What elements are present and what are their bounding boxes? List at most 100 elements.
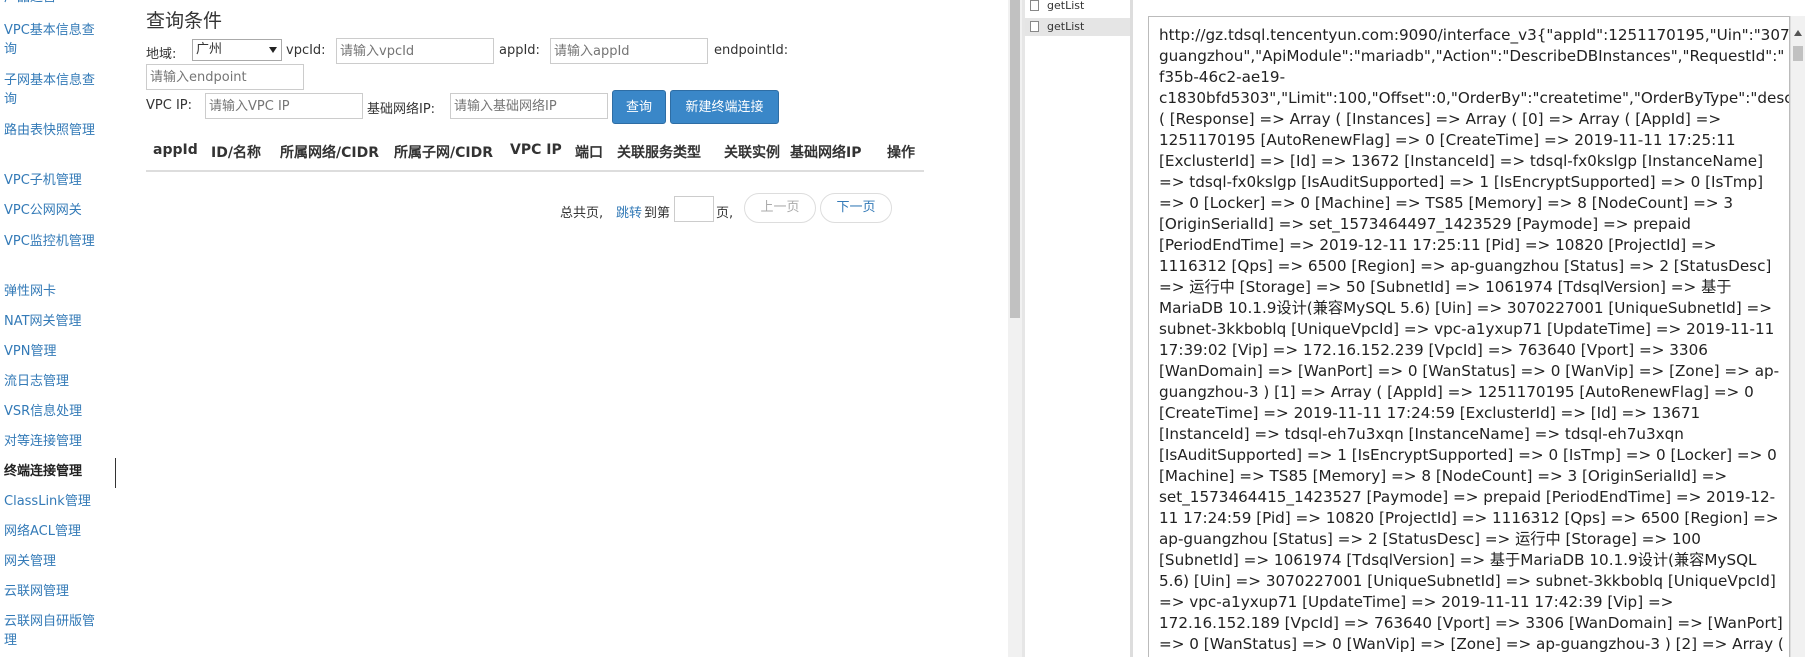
response-line: [Machine] => TS85 [Memory] => 8 [NodeCou… xyxy=(1159,467,1728,485)
response-line: [SubnetId] => 1061974 [TdsqlVersion] => … xyxy=(1159,551,1757,569)
sidebar-item[interactable]: VPC基本信息查询 xyxy=(4,21,96,59)
sidebar-item[interactable]: VPN管理 xyxy=(4,342,96,361)
response-line: [InstanceId] => tdsql-eh7u3xqn [Instance… xyxy=(1159,425,1684,443)
request-name: getList xyxy=(1047,20,1085,33)
response-line: 172.16.152.189 [VpcId] => 763640 [Vport]… xyxy=(1159,614,1783,632)
pagination-total: 总共页, xyxy=(560,206,604,221)
response-line: 5.6) [Uin] => 3070227001 [UniqueSubnetId… xyxy=(1159,572,1776,590)
sidebar-item[interactable]: 产品运营 xyxy=(4,0,96,7)
vpcip-label: VPC IP: xyxy=(146,98,192,113)
search-button[interactable]: 查询 xyxy=(612,90,666,124)
scroll-up-icon[interactable] xyxy=(1794,30,1802,36)
pagination-page-suffix: 页, xyxy=(716,206,734,221)
column-header: 所属子网/CIDR xyxy=(394,145,493,161)
file-icon xyxy=(1030,0,1039,11)
request-list-scrollbar[interactable] xyxy=(1130,0,1133,657)
response-line: => 0 [WanStatus] => 0 [WanVip] => [Zone]… xyxy=(1159,635,1784,653)
column-header: 端口 xyxy=(575,145,603,161)
response-line: 17:39:02 [Vip] => 172.16.152.239 [VpcId]… xyxy=(1159,341,1708,359)
new-endpoint-button[interactable]: 新建终端连接 xyxy=(670,90,779,124)
sidebar-item[interactable]: NAT网关管理 xyxy=(4,312,96,331)
response-line: [IsAuditSupported] => 1 [IsEncryptSuppor… xyxy=(1159,446,1777,464)
sidebar-item[interactable]: 对等连接管理 xyxy=(4,432,96,451)
column-header: 关联服务类型 xyxy=(617,145,701,161)
request-list: getList getList xyxy=(1025,0,1130,657)
file-icon xyxy=(1030,21,1039,32)
response-line: 1251170195 [AutoRenewFlag] => 0 [CreateT… xyxy=(1159,131,1736,149)
response-line: [WanDomain] => [WanPort] => 0 [WanStatus… xyxy=(1159,362,1780,380)
chevron-down-icon xyxy=(269,47,277,53)
response-line: [CreateTime] => 2019-11-11 17:24:59 [Exc… xyxy=(1159,404,1701,422)
sidebar-item[interactable]: 路由表快照管理 xyxy=(4,121,96,140)
list-item[interactable]: getList xyxy=(1025,18,1130,36)
main-scrollbar[interactable] xyxy=(1008,0,1022,657)
sidebar-item[interactable]: VPC公网网关 xyxy=(4,201,96,220)
sidebar-item[interactable]: 云联网管理 xyxy=(4,582,96,601)
column-header: ID/名称 xyxy=(211,145,261,161)
response-line: set_1573464415_1423527 [Paymode] => prep… xyxy=(1159,488,1776,506)
response-line: guangzhou-3 ) [1] => Array ( [AppId] => … xyxy=(1159,383,1754,401)
response-line: 11 17:24:59 [Pid] => 10820 [ProjectId] =… xyxy=(1159,509,1779,527)
sidebar-item[interactable]: VSR信息处理 xyxy=(4,402,96,421)
region-label: 地域: xyxy=(146,47,177,62)
query-section-title: 查询条件 xyxy=(146,10,223,32)
column-header: 操作 xyxy=(887,145,915,161)
response-line: f35b-46c2-ae19- xyxy=(1159,68,1286,86)
appid-input[interactable] xyxy=(550,38,708,64)
sidebar-item[interactable]: 网关管理 xyxy=(4,552,96,571)
response-line: => 运行中 [Storage] => 50 [SubnetId] => 106… xyxy=(1159,278,1732,296)
endpoint-label: endpointId: xyxy=(714,43,789,58)
response-line: [ExclusterId] => [Id] => 13672 [Instance… xyxy=(1159,152,1764,170)
response-line: http://gz.tdsql.tencentyun.com:9090/inte… xyxy=(1159,26,1790,44)
sidebar-item[interactable]: 弹性网卡 xyxy=(4,282,96,301)
sidebar-item[interactable]: VPC子机管理 xyxy=(4,171,96,190)
next-page-button[interactable]: 下一页 xyxy=(820,193,892,223)
response-text: http://gz.tdsql.tencentyun.com:9090/inte… xyxy=(1159,25,1789,655)
vpcid-input[interactable] xyxy=(336,38,494,64)
response-line: ap-guangzhou [Status] => 2 [StatusDesc] … xyxy=(1159,530,1701,548)
endpoint-input[interactable] xyxy=(146,64,304,90)
request-name: getList xyxy=(1047,0,1085,12)
sidebar-item[interactable]: ClassLink管理 xyxy=(4,492,96,511)
sidebar-item[interactable]: 子网基本信息查询 xyxy=(4,71,96,109)
pagination-jump-link[interactable]: 跳转 xyxy=(616,202,642,221)
list-item[interactable]: getList xyxy=(1025,0,1130,15)
response-scrollbar-thumb[interactable] xyxy=(1793,46,1803,61)
main-scrollbar-thumb[interactable] xyxy=(1010,0,1020,318)
page-number-input[interactable] xyxy=(674,196,714,222)
response-line: guangzhou","ApiModule":"mariadb","Action… xyxy=(1159,47,1785,65)
response-line: => vpc-a1yxup71 [UpdateTime] => 2019-11-… xyxy=(1159,593,1674,611)
sidebar-item[interactable]: 流日志管理 xyxy=(4,372,96,391)
region-select[interactable]: 广州 xyxy=(192,39,282,61)
response-line: [PeriodEndTime] => 2019-12-11 17:25:11 [… xyxy=(1159,236,1717,254)
column-header: 关联实例 xyxy=(724,145,780,161)
sidebar-item[interactable]: 终端连接管理 xyxy=(4,462,96,481)
prev-page-button[interactable]: 上一页 xyxy=(744,193,816,223)
baseip-input[interactable] xyxy=(450,93,608,119)
baseip-label: 基础网络IP: xyxy=(367,102,436,117)
appid-label: appId: xyxy=(499,43,540,58)
response-scrollbar[interactable] xyxy=(1790,16,1805,657)
response-line: ( [Response] => Array ( [Instances] => A… xyxy=(1159,110,1722,128)
column-header: VPC IP xyxy=(510,142,562,158)
column-header: 基础网络IP xyxy=(790,145,862,161)
sidebar-item[interactable]: VPC监控机管理 xyxy=(4,232,96,251)
response-line: 1116312 [Qps] => 6500 [Region] => ap-gua… xyxy=(1159,257,1772,275)
response-line: [OriginSerialId] => set_1573464497_14235… xyxy=(1159,215,1691,233)
column-header: 所属网络/CIDR xyxy=(280,145,379,161)
response-line: MariaDB 10.1.9设计(兼容MySQL 5.6) [Uin] => 3… xyxy=(1159,299,1773,317)
sidebar-item[interactable]: 网络ACL管理 xyxy=(4,522,96,541)
response-line: => tdsql-fx0kslgp [IsAuditSupported] => … xyxy=(1159,173,1764,191)
column-header: appId xyxy=(153,142,198,158)
response-preview: http://gz.tdsql.tencentyun.com:9090/inte… xyxy=(1148,16,1790,657)
sidebar-item[interactable]: 云联网自研版管理 xyxy=(4,612,96,650)
pagination-to-label: 到第 xyxy=(644,206,671,221)
response-line: c1830bfd5303","Limit":100,"Offset":0,"Or… xyxy=(1159,89,1790,107)
sidebar: 产品运营 VPC基本信息查询子网基本信息查询路由表快照管理 VPC子机管理 VPC公网… xyxy=(0,0,100,657)
vpcid-label: vpcId: xyxy=(286,43,326,58)
region-select-value: 广州 xyxy=(196,42,223,57)
table-header-divider xyxy=(146,170,924,172)
response-line: subnet-3kkboblq [UniqueVpcId] => vpc-a1y… xyxy=(1159,320,1775,338)
vpcip-input[interactable] xyxy=(205,93,363,119)
response-line: => 0 [Locker] => 0 [Machine] => TS85 [Me… xyxy=(1159,194,1734,212)
